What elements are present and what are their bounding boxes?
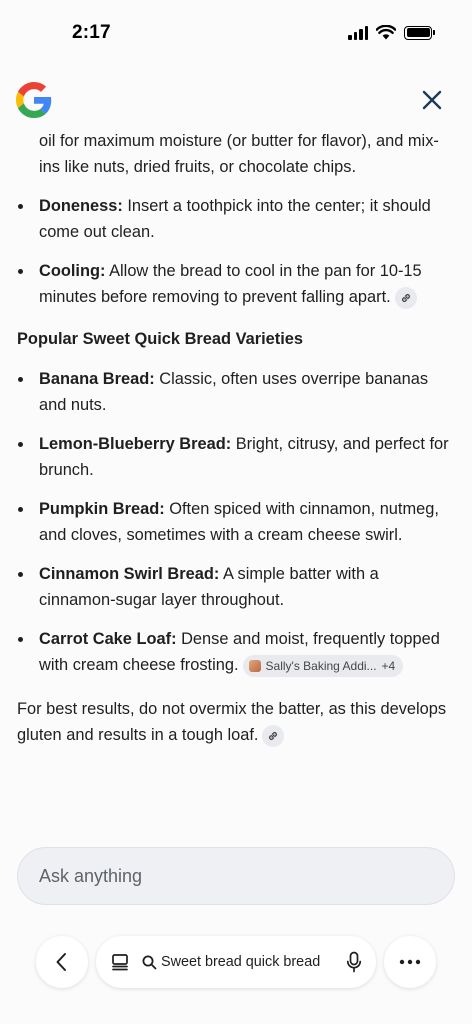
battery-icon (404, 25, 435, 40)
list-item: Carrot Cake Loaf: Dense and moist, frequ… (17, 626, 456, 678)
link-icon (269, 731, 278, 740)
more-options-button[interactable] (384, 936, 436, 988)
closing-text: For best results, do not overmix the bat… (17, 700, 447, 744)
google-logo (16, 82, 52, 118)
close-icon (422, 90, 442, 110)
close-button[interactable] (418, 86, 446, 114)
link-icon (401, 293, 410, 302)
list-item-term: Cooling: (39, 262, 106, 280)
source-chip-count: +4 (381, 658, 396, 673)
voice-search-button[interactable] (346, 951, 362, 973)
source-link-button[interactable] (262, 724, 285, 747)
tabs-button[interactable] (110, 952, 130, 972)
search-icon (142, 955, 157, 970)
list-item-term: Cinnamon Swirl Bread: (39, 565, 220, 583)
list-item-term: Lemon-Blueberry Bread: (39, 435, 232, 453)
list-item: Cinnamon Swirl Bread: A simple batter wi… (17, 561, 456, 613)
ask-input-placeholder: Ask anything (39, 865, 143, 886)
status-bar: 2:17 (0, 0, 472, 66)
answer-content[interactable]: oil for maximum moisture (or butter for … (0, 124, 472, 840)
wifi-icon (376, 25, 396, 40)
list-item-term: Doneness: (39, 197, 123, 215)
list-item: Cooling: Allow the bread to cool in the … (17, 258, 456, 310)
list-item-term: Banana Bread: (39, 370, 155, 388)
mic-icon (346, 951, 362, 973)
status-icons (348, 25, 435, 40)
source-chip-label: Sally's Baking Addi... (265, 658, 377, 673)
section-title: Popular Sweet Quick Bread Varieties (17, 330, 304, 348)
list-item: Banana Bread: Classic, often uses overri… (17, 366, 456, 418)
status-time: 2:17 (72, 22, 111, 43)
site-favicon-icon (248, 659, 261, 672)
more-horizontal-icon (399, 959, 421, 965)
cellular-signal-icon (348, 25, 368, 40)
search-pill[interactable]: Sweet bread quick bread (96, 936, 376, 988)
tips-list: Doneness: Insert a toothpick into the ce… (17, 193, 456, 310)
list-item-term: Carrot Cake Loaf: (39, 630, 177, 648)
list-item: Lemon-Blueberry Bread: Bright, citrusy, … (17, 431, 456, 483)
chevron-left-icon (56, 953, 66, 971)
list-item-term: Pumpkin Bread: (39, 500, 165, 518)
source-chip[interactable]: Sally's Baking Addi... +4 (242, 654, 404, 677)
back-button[interactable] (36, 936, 88, 988)
closing-paragraph: For best results, do not overmix the bat… (17, 696, 456, 748)
list-item: Pumpkin Bread: Often spiced with cinnamo… (17, 496, 456, 548)
source-link-button[interactable] (394, 286, 417, 309)
list-item: Doneness: Insert a toothpick into the ce… (17, 193, 456, 245)
partial-paragraph: oil for maximum moisture (or butter for … (39, 132, 439, 176)
varieties-list: Banana Bread: Classic, often uses overri… (17, 366, 456, 678)
tabs-icon (112, 954, 128, 971)
search-query[interactable]: Sweet bread quick bread (161, 954, 338, 970)
ask-input[interactable]: Ask anything (17, 847, 455, 905)
